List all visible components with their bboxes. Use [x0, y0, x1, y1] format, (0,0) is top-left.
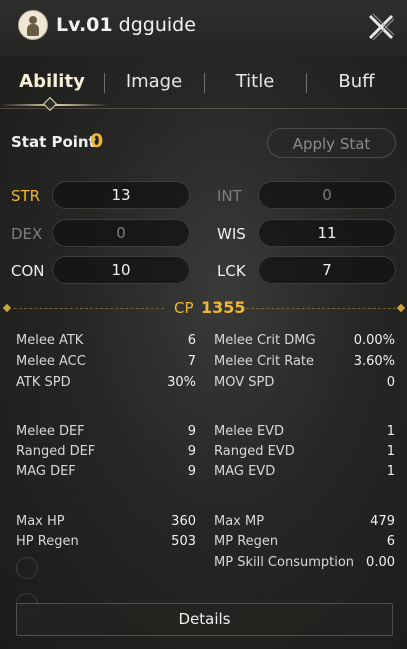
attr-value-ranged-evd: 1 [386, 444, 395, 459]
character-level: Lv.01 [56, 14, 113, 36]
stat-value-int[interactable]: 0 [258, 181, 396, 209]
attr-label-hp-regen: HP Regen [16, 534, 79, 549]
stat-label-lck: LCK [217, 262, 246, 280]
cp-value: 1355 [201, 298, 246, 317]
attr-label-melee-evd: Melee EVD [214, 424, 285, 439]
stat-point-label: Stat Point [11, 133, 96, 151]
cp-divider-right [246, 308, 396, 309]
attr-value-mov-spd: 0 [386, 375, 395, 390]
attr-value-melee-acc: 7 [187, 354, 196, 369]
attr-value-mag-def: 9 [187, 464, 196, 479]
stat-label-dex: DEX [11, 225, 43, 243]
background-person-icon [16, 557, 38, 579]
attr-label-melee-crit-dmg: Melee Crit DMG [214, 333, 316, 348]
apply-stat-button[interactable]: Apply Stat [267, 128, 396, 158]
character-title: Lv.01 dgguide [56, 14, 196, 36]
attr-value-max-mp: 479 [370, 514, 395, 529]
attr-value-melee-def: 9 [187, 424, 196, 439]
attr-label-mag-def: MAG DEF [16, 464, 76, 479]
tab-bar: Ability Image Title Buff [0, 58, 407, 108]
divider-diamond-icon [2, 303, 12, 313]
tab-bar-divider [0, 108, 407, 109]
cp-label: CP [174, 299, 194, 317]
stat-label-con: CON [11, 262, 45, 280]
attr-value-hp-regen: 503 [171, 534, 196, 549]
attr-label-atk-spd: ATK SPD [16, 375, 71, 390]
tab-title[interactable]: Title [204, 58, 306, 106]
attr-value-mag-evd: 1 [386, 464, 395, 479]
attr-label-melee-atk: Melee ATK [16, 333, 84, 348]
attr-label-ranged-def: Ranged DEF [16, 444, 96, 459]
stat-label-int: INT [217, 187, 242, 205]
stat-value-str[interactable]: 13 [52, 181, 190, 209]
tab-image[interactable]: Image [104, 58, 204, 106]
attr-value-atk-spd: 30% [167, 375, 196, 390]
stat-point-value: 0 [90, 130, 104, 152]
attr-label-melee-def: Melee DEF [16, 424, 85, 439]
attr-label-mp-skill-consumption: MP Skill Consumption [214, 555, 355, 570]
attr-label-mp-regen: MP Regen [214, 534, 279, 549]
attr-label-mov-spd: MOV SPD [214, 375, 275, 390]
stat-value-con[interactable]: 10 [52, 256, 190, 284]
stat-value-wis[interactable]: 11 [258, 219, 396, 247]
header-bar: Lv.01 dgguide [0, 0, 407, 56]
close-icon [368, 13, 395, 41]
stat-label-str: STR [11, 187, 41, 205]
stat-value-lck[interactable]: 7 [258, 256, 396, 284]
attr-value-ranged-def: 9 [187, 444, 196, 459]
stat-value-dex[interactable]: 0 [52, 219, 190, 247]
attr-value-melee-evd: 1 [386, 424, 395, 439]
details-button[interactable]: Details [16, 603, 393, 636]
attr-value-mp-skill-consumption: 0.00 [366, 555, 395, 570]
attr-label-mag-evd: MAG EVD [214, 464, 276, 479]
attr-label-ranged-evd: Ranged EVD [214, 444, 295, 459]
cp-divider-left [14, 308, 164, 309]
attr-value-melee-atk: 6 [187, 333, 196, 348]
attr-value-max-hp: 360 [171, 514, 196, 529]
attr-label-max-hp: Max HP [16, 514, 65, 529]
attr-label-melee-acc: Melee ACC [16, 354, 86, 369]
stat-label-wis: WIS [217, 225, 246, 243]
attr-label-max-mp: Max MP [214, 514, 265, 529]
character-info-panel: Lv.01 dgguide Ability Image Title Buff S… [0, 0, 407, 649]
character-name: dgguide [118, 14, 196, 36]
close-button[interactable] [363, 9, 399, 45]
attr-value-melee-crit-rate: 3.60% [353, 354, 395, 369]
attr-label-melee-crit-rate: Melee Crit Rate [214, 354, 315, 369]
character-portrait-icon [18, 10, 48, 40]
attr-value-mp-regen: 6 [386, 534, 395, 549]
tab-buff[interactable]: Buff [306, 58, 407, 106]
attr-value-melee-crit-dmg: 0.00% [353, 333, 395, 348]
divider-diamond-icon [396, 303, 406, 313]
